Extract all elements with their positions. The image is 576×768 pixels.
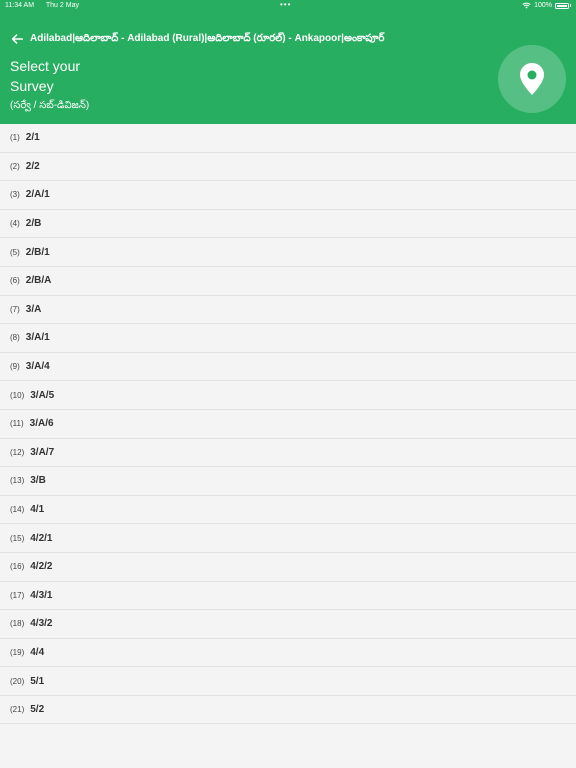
survey-index: (17) <box>10 590 25 600</box>
location-badge <box>498 45 566 113</box>
survey-number: 5/2 <box>30 704 45 716</box>
status-left: 11:34 AM Thu 2 May <box>5 2 89 9</box>
survey-row[interactable]: (9) 3/A/4 <box>0 353 576 382</box>
survey-number: 2/B/1 <box>25 246 50 258</box>
survey-number: 2/B <box>25 218 42 230</box>
survey-index: (1) <box>10 133 20 143</box>
survey-row[interactable]: (20) 5/1 <box>0 667 576 696</box>
battery-icon <box>555 2 569 9</box>
survey-row[interactable]: (16) 4/2/2 <box>0 553 576 582</box>
battery-tip <box>570 4 571 7</box>
survey-row[interactable]: (10) 3/A/5 <box>0 381 576 410</box>
survey-row[interactable]: (19) 4/4 <box>0 639 576 668</box>
survey-number: 3/A/6 <box>29 418 54 430</box>
survey-index: (9) <box>10 362 20 372</box>
status-bar: 11:34 AM Thu 2 May ••• 100% <box>0 0 576 12</box>
survey-number: 3/A/7 <box>30 446 55 458</box>
status-date: Thu 2 May <box>45 2 79 9</box>
survey-number: 2/A/1 <box>25 189 50 201</box>
survey-number: 2/1 <box>25 132 40 144</box>
survey-list: (1) 2/1 (2) 2/2 (3) 2/A/1 (4) 2/B (5) 2/B/1 (6) 2/B… <box>0 124 576 725</box>
status-right: 100% <box>522 2 571 9</box>
survey-row[interactable]: (11) 3/A/6 <box>0 410 576 439</box>
survey-row[interactable]: (5) 2/B/1 <box>0 238 576 267</box>
survey-row[interactable]: (7) 3/A <box>0 296 576 325</box>
survey-index: (18) <box>10 619 25 629</box>
survey-index: (19) <box>10 647 25 657</box>
back-arrow-icon[interactable] <box>10 32 24 46</box>
survey-index: (4) <box>10 219 20 229</box>
survey-index: (21) <box>10 705 25 715</box>
survey-number: 3/A <box>25 303 42 315</box>
survey-index: (2) <box>10 161 20 171</box>
survey-index: (20) <box>10 676 25 686</box>
survey-index: (3) <box>10 190 20 200</box>
survey-number: 4/2/1 <box>30 532 53 544</box>
breadcrumb: Adilabad|ఆదిలాబాద్ - Adilabad (Rural)|ఆద… <box>30 33 385 44</box>
survey-index: (16) <box>10 562 25 572</box>
survey-number: 4/3/1 <box>30 589 53 601</box>
survey-row[interactable]: (8) 3/A/1 <box>0 324 576 353</box>
survey-index: (11) <box>10 419 24 429</box>
survey-index: (10) <box>10 390 25 400</box>
location-pin-icon <box>520 63 544 95</box>
survey-index: (15) <box>10 533 25 543</box>
survey-index: (5) <box>10 247 20 257</box>
survey-row[interactable]: (2) 2/2 <box>0 153 576 182</box>
survey-row[interactable]: (17) 4/3/1 <box>0 582 576 611</box>
nav-row: Adilabad|ఆదిలాబాద్ - Adilabad (Rural)|ఆద… <box>10 32 384 46</box>
survey-row[interactable]: (6) 2/B/A <box>0 267 576 296</box>
survey-number: 4/3/2 <box>30 618 53 630</box>
battery-percent: 100% <box>534 2 552 9</box>
survey-index: (13) <box>10 476 25 486</box>
status-time: 11:34 AM <box>5 2 35 9</box>
survey-row[interactable]: (1) 2/1 <box>0 124 576 153</box>
survey-row[interactable]: (14) 4/1 <box>0 496 576 525</box>
survey-row[interactable]: (18) 4/3/2 <box>0 610 576 639</box>
survey-index: (7) <box>10 304 20 314</box>
survey-number: 3/A/1 <box>25 332 50 344</box>
survey-number: 2/B/A <box>25 275 52 287</box>
survey-index: (12) <box>10 447 25 457</box>
survey-number: 3/B <box>30 475 46 487</box>
survey-row[interactable]: (12) 3/A/7 <box>0 439 576 468</box>
survey-number: 5/1 <box>30 675 45 687</box>
survey-row[interactable]: (4) 2/B <box>0 210 576 239</box>
survey-number: 3/A/4 <box>25 361 50 373</box>
survey-row[interactable]: (21) 5/2 <box>0 696 576 725</box>
survey-row[interactable]: (13) 3/B <box>0 467 576 496</box>
header: Adilabad|ఆదిలాబాద్ - Adilabad (Rural)|ఆద… <box>0 12 576 124</box>
wifi-icon <box>522 2 531 9</box>
survey-row[interactable]: (3) 2/A/1 <box>0 181 576 210</box>
survey-index: (8) <box>10 333 20 343</box>
survey-row[interactable]: (15) 4/2/1 <box>0 524 576 553</box>
survey-number: 4/2/2 <box>30 561 53 573</box>
survey-index: (14) <box>10 505 25 515</box>
survey-number: 2/2 <box>25 160 40 172</box>
survey-number: 4/1 <box>30 504 45 516</box>
survey-index: (6) <box>10 276 20 286</box>
survey-number: 4/4 <box>30 646 45 658</box>
page-subtitle: (సర్వే / సబ్-డివిజన్) <box>10 100 90 111</box>
page-title: Select your Survey <box>10 58 81 94</box>
survey-number: 3/A/5 <box>30 389 55 401</box>
multitask-dots[interactable]: ••• <box>280 0 291 9</box>
